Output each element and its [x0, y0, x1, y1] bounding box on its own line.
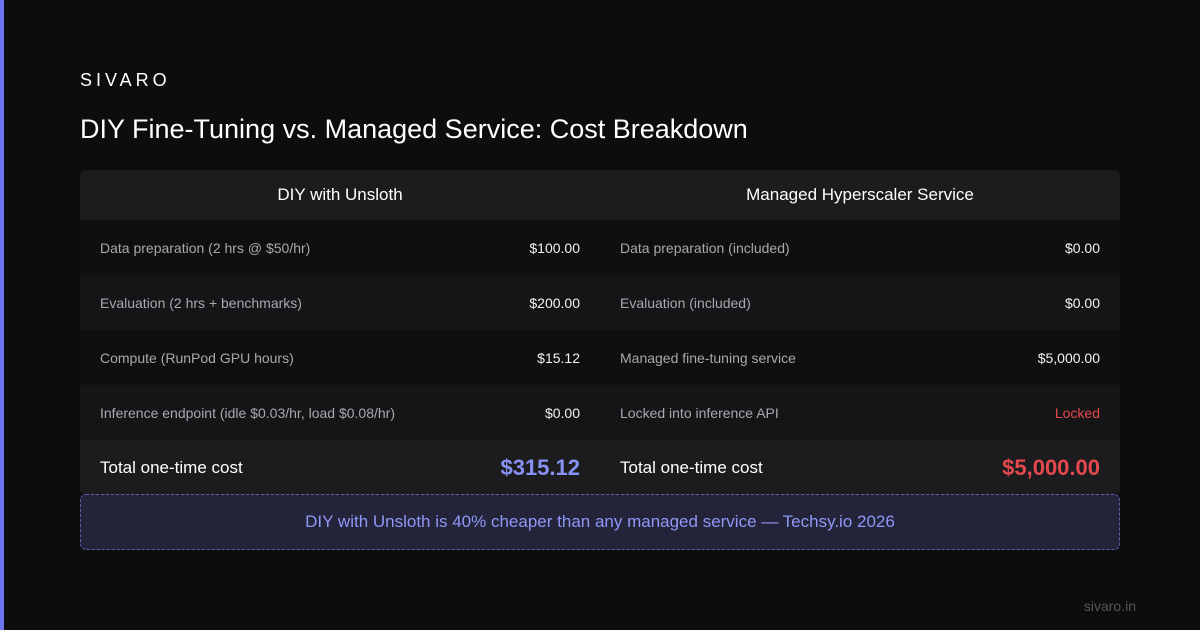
- managed-item-label: Data preparation (included): [620, 239, 790, 256]
- table-row: Data preparation (2 hrs @ $50/hr) $100.0…: [80, 220, 1120, 275]
- diy-cell: Data preparation (2 hrs @ $50/hr) $100.0…: [80, 220, 600, 275]
- column-header-diy: DIY with Unsloth: [277, 185, 403, 204]
- diy-item-label: Evaluation (2 hrs + benchmarks): [100, 294, 302, 311]
- diy-total-value: $315.12: [500, 454, 580, 480]
- table-row: Inference endpoint (idle $0.03/hr, load …: [80, 385, 1120, 440]
- page-title: DIY Fine-Tuning vs. Managed Service: Cos…: [80, 114, 748, 144]
- diy-cell: Evaluation (2 hrs + benchmarks) $200.00: [80, 275, 600, 330]
- table-row: Evaluation (2 hrs + benchmarks) $200.00 …: [80, 275, 1120, 330]
- managed-item-label: Locked into inference API: [620, 404, 779, 421]
- managed-item-value: $5,000.00: [1037, 349, 1100, 366]
- diy-cell: Inference endpoint (idle $0.03/hr, load …: [80, 385, 600, 440]
- diy-item-value: $200.00: [529, 294, 580, 311]
- managed-total-value: $5,000.00: [1002, 454, 1100, 480]
- managed-cell: Evaluation (included) $0.00: [600, 275, 1120, 330]
- column-header-managed: Managed Hyperscaler Service: [746, 185, 974, 204]
- managed-item-label: Managed fine-tuning service: [620, 349, 796, 366]
- total-row: Total one-time cost $315.12 Total one-ti…: [80, 440, 1120, 495]
- managed-cell: Data preparation (included) $0.00: [600, 220, 1120, 275]
- diy-item-value: $15.12: [537, 349, 580, 366]
- diy-item-value: $0.00: [544, 404, 580, 421]
- managed-total-label: Total one-time cost: [620, 457, 763, 477]
- diy-cell: Compute (RunPod GPU hours) $15.12: [80, 330, 600, 385]
- summary-callout: DIY with Unsloth is 40% cheaper than any…: [80, 494, 1120, 550]
- table-header-row: DIY with Unsloth Managed Hyperscaler Ser…: [80, 170, 1120, 220]
- diy-item-label: Compute (RunPod GPU hours): [100, 349, 294, 366]
- footer-url: sivaro.in: [1083, 598, 1136, 614]
- diy-total-cell: Total one-time cost $315.12: [80, 440, 600, 495]
- cost-comparison-table: DIY with Unsloth Managed Hyperscaler Ser…: [80, 170, 1120, 495]
- locked-status: Locked: [1054, 404, 1100, 421]
- managed-cell: Locked into inference API Locked: [600, 385, 1120, 440]
- managed-cell: Managed fine-tuning service $5,000.00: [600, 330, 1120, 385]
- table-row: Compute (RunPod GPU hours) $15.12 Manage…: [80, 330, 1120, 385]
- managed-total-cell: Total one-time cost $5,000.00: [600, 440, 1120, 495]
- accent-bar: [0, 0, 4, 630]
- managed-item-label: Evaluation (included): [620, 294, 751, 311]
- managed-item-value: $0.00: [1064, 294, 1100, 311]
- brand-logo: SIVARO: [80, 70, 171, 90]
- diy-total-label: Total one-time cost: [100, 457, 243, 477]
- diy-item-label: Data preparation (2 hrs @ $50/hr): [100, 239, 311, 256]
- diy-item-value: $100.00: [529, 239, 580, 256]
- managed-item-value: $0.00: [1064, 239, 1100, 256]
- diy-item-label: Inference endpoint (idle $0.03/hr, load …: [100, 404, 395, 421]
